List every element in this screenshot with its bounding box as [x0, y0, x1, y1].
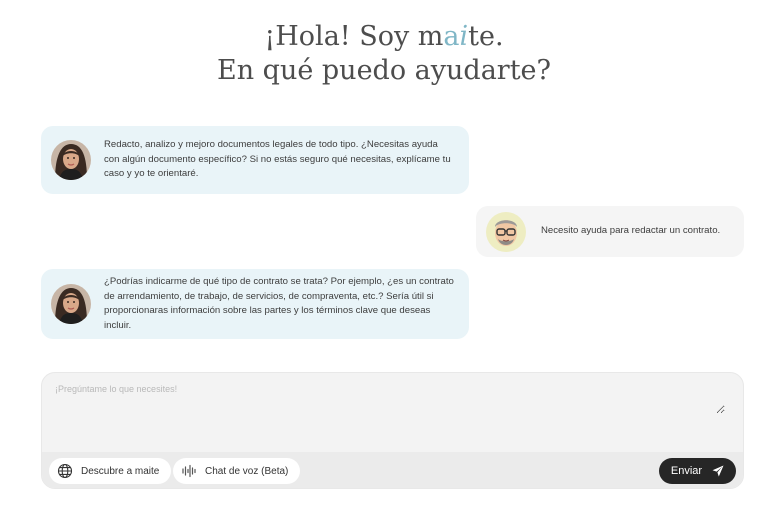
chat-page: ¡Hola! Soy maite. En qué puedo ayudarte?…: [0, 0, 768, 512]
user-avatar: [486, 211, 526, 252]
assistant-avatar: [51, 284, 91, 324]
title-greeting: ¡Hola! Soy m: [264, 21, 444, 52]
message-text: Redacto, analizo y mejoro documentos leg…: [104, 139, 451, 180]
brand-letter-i: i: [459, 21, 469, 52]
send-label: Enviar: [670, 465, 703, 477]
paper-plane-icon: [712, 465, 724, 477]
voice-chat-label: Chat de voz (Beta): [205, 465, 289, 477]
title-brand-suffix: te.: [468, 21, 504, 52]
discover-maite-button[interactable]: Descubre a maite: [49, 458, 172, 484]
message-text: ¿Podrías indicarme de qué tipo de contra…: [104, 276, 454, 331]
globe-icon: [57, 463, 73, 479]
title-line-2: En qué puedo ayudarte?: [216, 55, 552, 86]
message-input[interactable]: [55, 384, 725, 414]
title-line-1: ¡Hola! Soy maite.: [0, 20, 768, 54]
voice-chat-button[interactable]: Chat de voz (Beta): [173, 458, 301, 484]
assistant-message: ¿Podrías indicarme de qué tipo de contra…: [41, 269, 469, 339]
audio-wave-icon: [181, 463, 197, 479]
brand-letter-a: a: [443, 21, 460, 52]
message-composer: Descubre a maite Chat de voz (Beta) En: [41, 372, 744, 489]
assistant-avatar: [51, 140, 91, 180]
composer-toolbar: Descubre a maite Chat de voz (Beta) Envi…: [42, 452, 743, 488]
assistant-message: Redacto, analizo y mejoro documentos leg…: [41, 126, 469, 194]
send-button[interactable]: Enviar: [659, 458, 736, 484]
page-title: ¡Hola! Soy maite. En qué puedo ayudarte?: [0, 20, 768, 88]
discover-maite-label: Descubre a maite: [81, 465, 160, 477]
message-text: Necesito ayuda para redactar un contrato…: [541, 225, 721, 237]
user-message: Necesito ayuda para redactar un contrato…: [476, 206, 744, 257]
